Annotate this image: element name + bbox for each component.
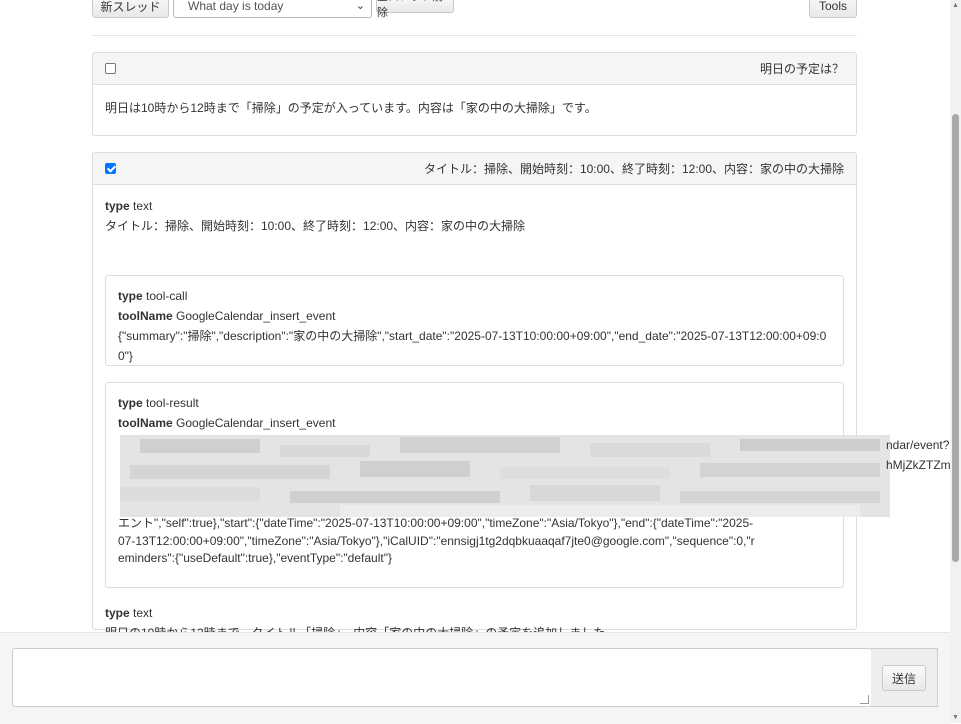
resize-handle-icon[interactable]	[860, 695, 869, 704]
scrollbar[interactable]: ▲ ▼	[950, 0, 961, 723]
divider	[92, 35, 857, 36]
scroll-down-icon[interactable]: ▼	[952, 714, 959, 721]
message-header-title: 明日の予定は？	[759, 62, 844, 76]
message-panel: 明日の予定は？ 明日は10時から12時まで「掃除」の予定が入っています。内容は「…	[92, 52, 857, 136]
redacted-content	[120, 435, 890, 517]
tool-name-value: GoogleCalendar_insert_event	[176, 309, 336, 323]
tool-call-card: type tool-call toolName GoogleCalendar_i…	[105, 275, 844, 366]
toolbar: 新スレッド What day is today ⌄ 全スレッド削除 Tools	[92, 0, 857, 19]
message-checkbox[interactable]	[105, 63, 116, 74]
type-value: tool-call	[146, 289, 188, 303]
type-label: type	[118, 396, 143, 410]
tool-name-value: GoogleCalendar_insert_event	[176, 416, 336, 430]
message-header: 明日の予定は？	[93, 53, 856, 85]
thread-select[interactable]: What day is today ⌄	[173, 0, 372, 18]
type-label: type	[105, 606, 130, 620]
type-value: tool-result	[146, 396, 199, 410]
tool-name-label: toolName	[118, 416, 173, 430]
tools-button[interactable]: Tools	[809, 0, 857, 18]
new-thread-button[interactable]: 新スレッド	[92, 0, 169, 18]
message-panel: タイトル：掃除、開始時刻：10:00、終了時刻：12:00、内容：家の中の大掃除…	[92, 152, 958, 640]
tool-result-card: type tool-result toolName GoogleCalendar…	[105, 382, 958, 588]
message-header: タイトル：掃除、開始時刻：10:00、終了時刻：12:00、内容：家の中の大掃除	[93, 153, 856, 185]
text-part-content: タイトル：掃除、開始時刻：10:00、終了時刻：12:00、内容：家の中の大掃除	[105, 219, 526, 233]
message-body-text: 明日は10時から12時まで「掃除」の予定が入っています。内容は「家の中の大掃除」…	[105, 101, 597, 115]
scroll-up-icon[interactable]: ▲	[952, 2, 959, 9]
tool-result-json: エント","self":true},"start":{"dateTime":"2…	[118, 516, 755, 565]
message-header-title: タイトル：掃除、開始時刻：10:00、終了時刻：12:00、内容：家の中の大掃除	[423, 162, 844, 176]
message-checkbox[interactable]	[105, 163, 116, 174]
chevron-down-icon: ⌄	[355, 0, 365, 12]
type-label: type	[105, 199, 130, 213]
type-label: type	[118, 289, 143, 303]
type-value: text	[133, 606, 153, 620]
tool-result-visible-fragment: ndar/event? hMjZkZTZmZ	[886, 438, 958, 472]
tool-call-args: {"summary":"掃除","description":"家の中の大掃除",…	[118, 329, 827, 363]
scrollbar-thumb[interactable]	[952, 114, 959, 562]
message-input[interactable]	[12, 648, 872, 707]
send-button-container: 送信	[871, 648, 938, 707]
composer: 送信	[0, 632, 950, 724]
tool-name-label: toolName	[118, 309, 173, 323]
type-value: text	[133, 199, 153, 213]
thread-select-value: What day is today	[188, 0, 284, 13]
delete-all-threads-button[interactable]: 全スレッド削除	[376, 0, 454, 19]
send-button[interactable]: 送信	[882, 665, 926, 691]
